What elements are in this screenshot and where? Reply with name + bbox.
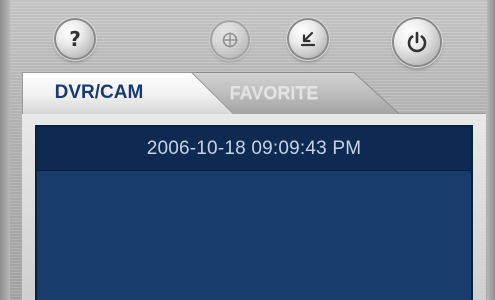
ptz-crosshair-icon xyxy=(221,31,239,49)
tab-favorite-label: FAVORITE xyxy=(229,82,319,103)
power-button[interactable] xyxy=(394,19,440,65)
help-icon: ? xyxy=(69,27,81,51)
download-icon xyxy=(298,29,318,49)
dvr-panel: 2006-10-18 09:09:43 PM xyxy=(35,125,473,300)
ptz-button[interactable] xyxy=(212,22,248,58)
power-icon xyxy=(405,30,429,54)
download-button[interactable] xyxy=(289,20,327,58)
datetime-display: 2006-10-18 09:09:43 PM xyxy=(37,127,471,171)
dvr-device-list[interactable] xyxy=(37,171,471,300)
tab-dvrcam-label: DVR/CAM xyxy=(54,82,144,103)
help-button[interactable]: ? xyxy=(56,20,94,58)
dvr-client-window: ? FAVORITE DVR/CAM 2006-10-18 09:09:43 P… xyxy=(0,0,495,300)
